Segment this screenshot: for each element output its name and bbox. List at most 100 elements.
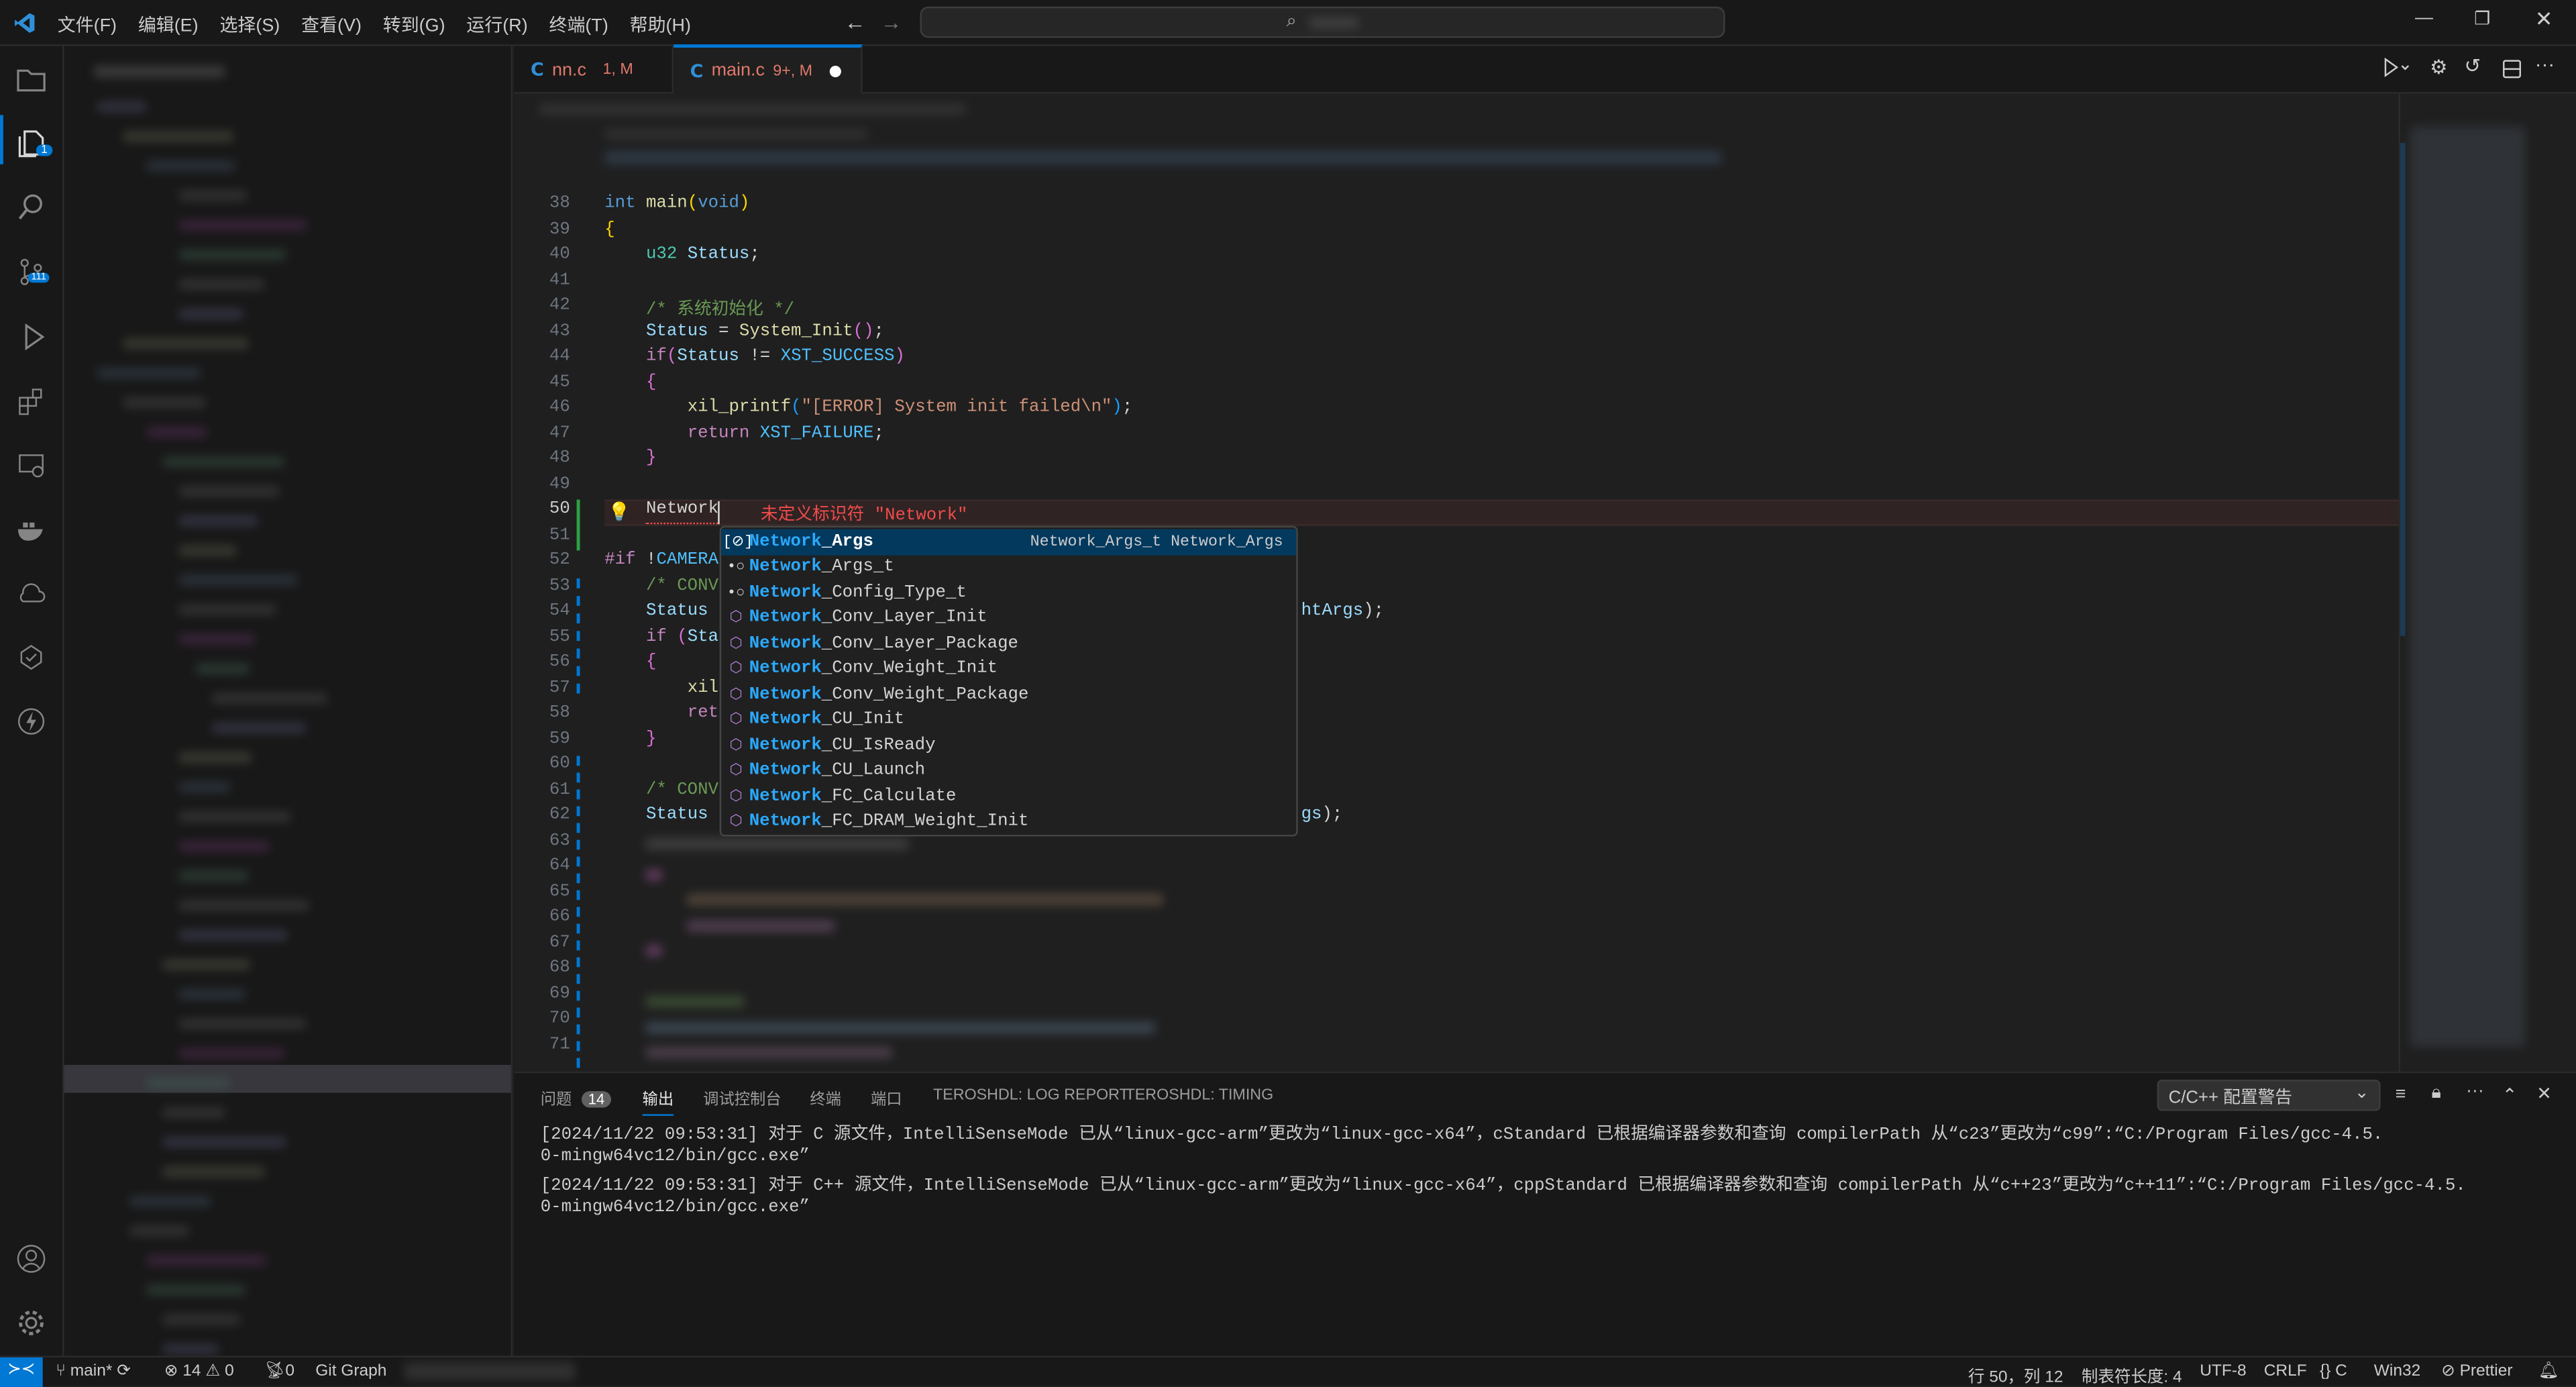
file-tree-item-blurred[interactable] <box>162 456 284 467</box>
file-tree-item-blurred[interactable] <box>178 634 255 645</box>
panel-tab[interactable]: 端口 <box>871 1086 902 1109</box>
code-line[interactable]: { <box>604 219 614 239</box>
unsaved-dot-icon[interactable] <box>828 64 841 76</box>
menu-item[interactable]: 编辑(E) <box>138 11 199 38</box>
code-line[interactable]: } <box>604 449 656 468</box>
command-center-search[interactable]: ⌕ <box>920 6 1725 38</box>
code-line[interactable]: xil <box>604 678 718 697</box>
file-tree-item-blurred[interactable] <box>97 101 146 112</box>
file-tree-item-blurred[interactable] <box>178 250 286 260</box>
code-line[interactable]: { <box>604 652 656 672</box>
panel-tab[interactable]: TEROSHDL: TIMING <box>1126 1086 1274 1105</box>
file-tree-item-blurred[interactable] <box>162 1315 240 1325</box>
suggest-item[interactable]: ⬡ Network _Conv_Layer_Init <box>721 605 1296 631</box>
output-channel-select[interactable]: C/C++ 配置警告 ⌄ <box>2157 1079 2381 1111</box>
file-tree-item-blurred[interactable] <box>178 989 245 999</box>
file-tree-item-blurred[interactable] <box>162 1137 286 1147</box>
selected-file-row[interactable] <box>64 1064 511 1093</box>
explorer-icon[interactable]: 1 <box>13 125 53 161</box>
file-tree-item-blurred[interactable] <box>123 397 206 408</box>
file-tree-item-blurred[interactable] <box>211 723 306 733</box>
testing-icon[interactable] <box>13 639 50 676</box>
file-tree-item-blurred[interactable] <box>211 693 327 704</box>
file-tree-item-blurred[interactable] <box>178 870 248 881</box>
suggest-item[interactable]: ⬡ Network _Conv_Weight_Init <box>721 656 1296 682</box>
file-tree-item-blurred[interactable] <box>146 1078 230 1088</box>
file-tree-item-blurred[interactable] <box>178 930 288 940</box>
menu-item[interactable]: 帮助(H) <box>630 11 691 38</box>
folder-icon[interactable] <box>13 61 50 97</box>
file-tree-item-blurred[interactable] <box>178 752 252 763</box>
sync-icon[interactable]: ⟳ <box>117 1362 131 1380</box>
file-tree-item-blurred[interactable] <box>178 279 265 290</box>
lightning-icon[interactable] <box>13 703 50 739</box>
file-tree-item-blurred[interactable] <box>129 1196 211 1206</box>
menu-item[interactable]: 转到(G) <box>383 11 445 38</box>
ports-indicator[interactable]: 📡︎0 <box>264 1362 294 1380</box>
file-tree-item-blurred[interactable] <box>129 1225 189 1236</box>
suggest-item[interactable]: [⊘] Network _Args Network_Args_t Network_Ar… <box>721 529 1297 555</box>
indentation[interactable]: 制表符长度: 4 <box>2082 1362 2182 1387</box>
file-tree-item-blurred[interactable] <box>178 575 298 585</box>
code-line[interactable]: if (Sta <box>604 627 718 646</box>
close-window-button[interactable]: ✕ <box>2535 7 2553 33</box>
file-tree-item-blurred[interactable] <box>178 515 258 526</box>
menu-item[interactable]: 文件(F) <box>58 11 117 38</box>
suggest-item[interactable]: ⬡ Network _FC_Calculate <box>721 784 1296 809</box>
minimap-scroll-region[interactable] <box>2400 143 2406 636</box>
file-tree-item-blurred[interactable] <box>178 1019 306 1029</box>
code-line[interactable]: if(Status != XST_SUCCESS) <box>604 347 905 366</box>
file-tree-item-blurred[interactable] <box>178 1048 284 1059</box>
file-tree-item-blurred[interactable] <box>123 131 233 142</box>
extensions-icon[interactable] <box>13 383 50 419</box>
file-tree-item-blurred[interactable] <box>178 782 230 792</box>
run-debug-dropdown-icon[interactable] <box>2375 57 2412 81</box>
more-actions-icon[interactable]: ··· <box>2466 1081 2484 1100</box>
suggest-item[interactable]: ⬡ Network _CU_Init <box>721 707 1296 733</box>
remote-explorer-icon[interactable] <box>13 447 50 483</box>
lightbulb-icon[interactable]: 💡 <box>608 501 631 522</box>
docker-icon[interactable] <box>13 511 50 548</box>
code-line[interactable]: ret <box>604 703 718 723</box>
history-icon[interactable]: ↺ <box>2464 54 2481 77</box>
suggest-item[interactable]: ⬡ Network _Conv_Layer_Package <box>721 631 1296 656</box>
suggest-item[interactable]: ⬡ Network _FC_DRAM_Weight_Init <box>721 809 1296 835</box>
file-tree-item-blurred[interactable] <box>97 368 201 378</box>
file-tree-item-blurred[interactable] <box>162 1107 225 1118</box>
file-tree-item-blurred[interactable] <box>178 309 244 319</box>
minimap-blurred[interactable] <box>2398 93 2576 1072</box>
platform[interactable]: Win32 <box>2374 1362 2420 1380</box>
file-tree-item-blurred[interactable] <box>162 1166 265 1177</box>
code-line[interactable]: int main(void) <box>604 194 749 213</box>
menu-item[interactable]: 选择(S) <box>219 11 280 38</box>
code-line[interactable]: /* CONV <box>604 780 718 799</box>
code-line[interactable]: Status <box>604 805 708 825</box>
menu-item[interactable]: 运行(R) <box>466 11 527 38</box>
file-tree-item-blurred[interactable] <box>178 191 247 201</box>
panel-tab[interactable]: 输出 <box>642 1086 674 1116</box>
run-debug-icon[interactable] <box>13 319 50 355</box>
file-tree-item-blurred[interactable] <box>178 220 307 230</box>
code-line[interactable]: return XST_FAILURE; <box>604 423 884 443</box>
file-tree-item-blurred[interactable] <box>162 1344 219 1354</box>
panel-tab[interactable]: 终端 <box>810 1086 841 1109</box>
code-line[interactable]: /* 系统初始化 */ <box>604 296 794 320</box>
gear-icon[interactable]: ⚙ <box>2430 56 2447 79</box>
maximize-panel-icon[interactable]: ⌃ <box>2502 1084 2518 1106</box>
line-ending[interactable]: CRLF <box>2264 1362 2307 1380</box>
notifications-bell-icon[interactable]: 🔔︎ <box>2538 1362 2559 1380</box>
account-icon[interactable] <box>13 1241 50 1277</box>
split-layout-icon[interactable] <box>2502 59 2522 79</box>
panel-tab[interactable]: 问题 14 <box>541 1086 612 1109</box>
prettier-status[interactable]: ⊘ Prettier <box>2441 1362 2512 1380</box>
close-panel-icon[interactable]: ✕ <box>2536 1083 2552 1104</box>
encoding[interactable]: UTF-8 <box>2200 1362 2246 1380</box>
back-arrow-icon[interactable]: ← <box>845 10 866 35</box>
file-tree-item-blurred[interactable] <box>123 338 248 349</box>
source-control-icon[interactable]: 111 <box>13 253 50 289</box>
panel-tab[interactable]: TEROSHDL: LOG REPORT <box>933 1086 1129 1105</box>
code-line[interactable]: Status = System_Init(); <box>604 321 884 341</box>
tab-main-c[interactable]: Cmain.c 9+, M <box>674 44 863 94</box>
code-line[interactable]: u32 Status; <box>604 245 760 264</box>
suggest-item[interactable]: •○ Network _Config_Type_t <box>721 580 1296 605</box>
